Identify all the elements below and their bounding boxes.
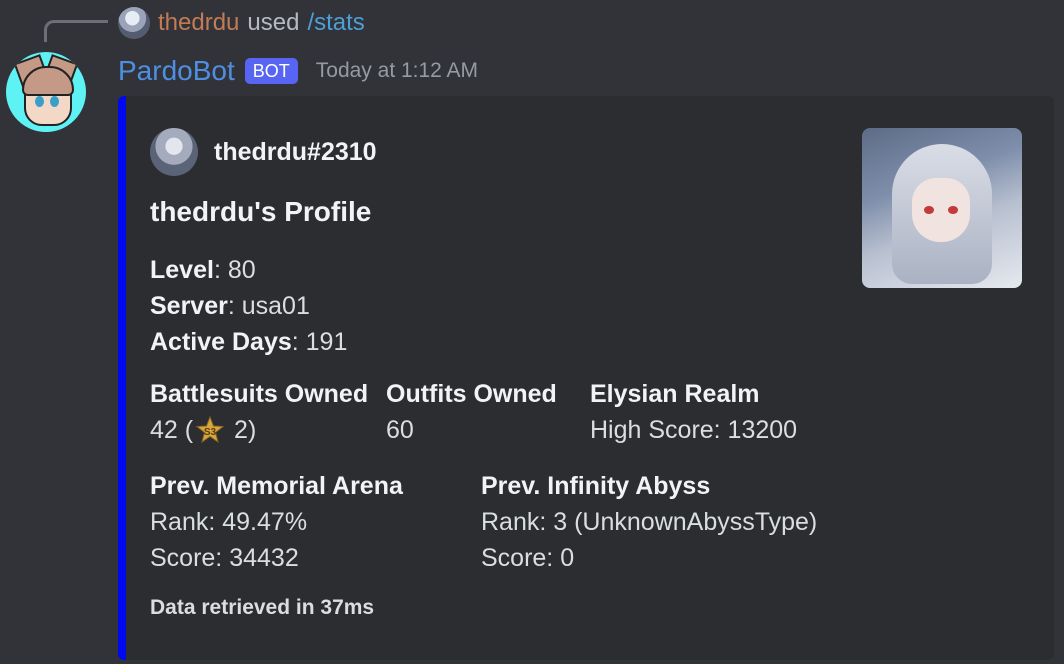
svg-text:S3: S3 bbox=[204, 427, 217, 438]
thumbnail-face bbox=[912, 178, 970, 242]
field-outfits-name: Outfits Owned bbox=[386, 380, 557, 408]
field-memorial-arena: Prev. Memorial Arena Rank: 49.47% Score:… bbox=[150, 468, 403, 576]
embed-footer: Data retrieved in 37ms bbox=[150, 596, 375, 619]
server-value: : usa01 bbox=[227, 292, 310, 320]
bot-badge: BOT bbox=[244, 58, 298, 84]
infinity-abyss-score: Score: 0 bbox=[481, 544, 575, 572]
embed-title: thedrdu's Profile bbox=[150, 196, 372, 227]
reply-connector bbox=[44, 20, 108, 42]
reply-verb: used bbox=[247, 9, 300, 36]
embed-author: thedrdu#2310 bbox=[150, 128, 377, 176]
active-days-label: Active Days bbox=[150, 328, 292, 356]
field-infinity-abyss: Prev. Infinity Abyss Rank: 3 (UnknownAby… bbox=[481, 468, 817, 576]
embed-thumbnail[interactable] bbox=[862, 128, 1022, 288]
level-value: : 80 bbox=[213, 256, 256, 284]
infinity-abyss-rank: Rank: 3 (UnknownAbyssType) bbox=[481, 508, 818, 536]
command-reply[interactable]: thedrdu used /stats bbox=[118, 7, 365, 39]
level-label: Level bbox=[150, 256, 214, 284]
avatar-eye-right bbox=[50, 96, 59, 107]
active-days-line: Active Days: 191 bbox=[150, 324, 347, 360]
embed-description: Level: 80 Server: usa01 Active Days: 191 bbox=[150, 252, 347, 360]
bot-name[interactable]: PardoBot bbox=[118, 55, 235, 87]
avatar-eye-left bbox=[35, 96, 44, 107]
server-line: Server: usa01 bbox=[150, 288, 347, 324]
profile-embed: thedrdu#2310 thedrdu's Profile Level: 80… bbox=[118, 96, 1054, 660]
field-battlesuits-value: 42 ( S3 2) bbox=[150, 412, 368, 448]
memorial-arena-rank: Rank: 49.47% bbox=[150, 508, 308, 536]
author-name: thedrdu#2310 bbox=[214, 137, 377, 166]
bot-avatar[interactable] bbox=[6, 52, 86, 132]
reply-user-avatar[interactable] bbox=[118, 7, 150, 39]
message-timestamp[interactable]: Today at 1:12 AM bbox=[316, 59, 478, 83]
level-line: Level: 80 bbox=[150, 252, 347, 288]
memorial-arena-score: Score: 34432 bbox=[150, 544, 299, 572]
field-elysian-realm-value: High Score: 13200 bbox=[590, 416, 798, 444]
field-battlesuits: Battlesuits Owned 42 ( S3 2) bbox=[150, 376, 368, 448]
field-outfits: Outfits Owned 60 bbox=[386, 376, 557, 448]
message-header: PardoBot BOT Today at 1:12 AM bbox=[118, 54, 478, 88]
field-elysian-realm: Elysian Realm High Score: 13200 bbox=[590, 376, 797, 448]
thumbnail-eye-left bbox=[924, 206, 934, 214]
reply-username[interactable]: thedrdu bbox=[158, 9, 239, 37]
field-elysian-realm-name: Elysian Realm bbox=[590, 380, 760, 408]
reply-command[interactable]: /stats bbox=[307, 9, 364, 37]
author-avatar bbox=[150, 128, 198, 176]
active-days-value: : 191 bbox=[291, 328, 348, 356]
s3-count: 2) bbox=[227, 416, 257, 444]
s3-rank-icon: S3 bbox=[195, 416, 225, 444]
field-memorial-arena-name: Prev. Memorial Arena bbox=[150, 472, 403, 500]
field-outfits-value: 60 bbox=[386, 416, 414, 444]
thumbnail-eye-right bbox=[948, 206, 958, 214]
battlesuits-count: 42 ( bbox=[150, 416, 194, 444]
field-infinity-abyss-name: Prev. Infinity Abyss bbox=[481, 472, 711, 500]
server-label: Server bbox=[150, 292, 228, 320]
field-battlesuits-name: Battlesuits Owned bbox=[150, 380, 369, 408]
